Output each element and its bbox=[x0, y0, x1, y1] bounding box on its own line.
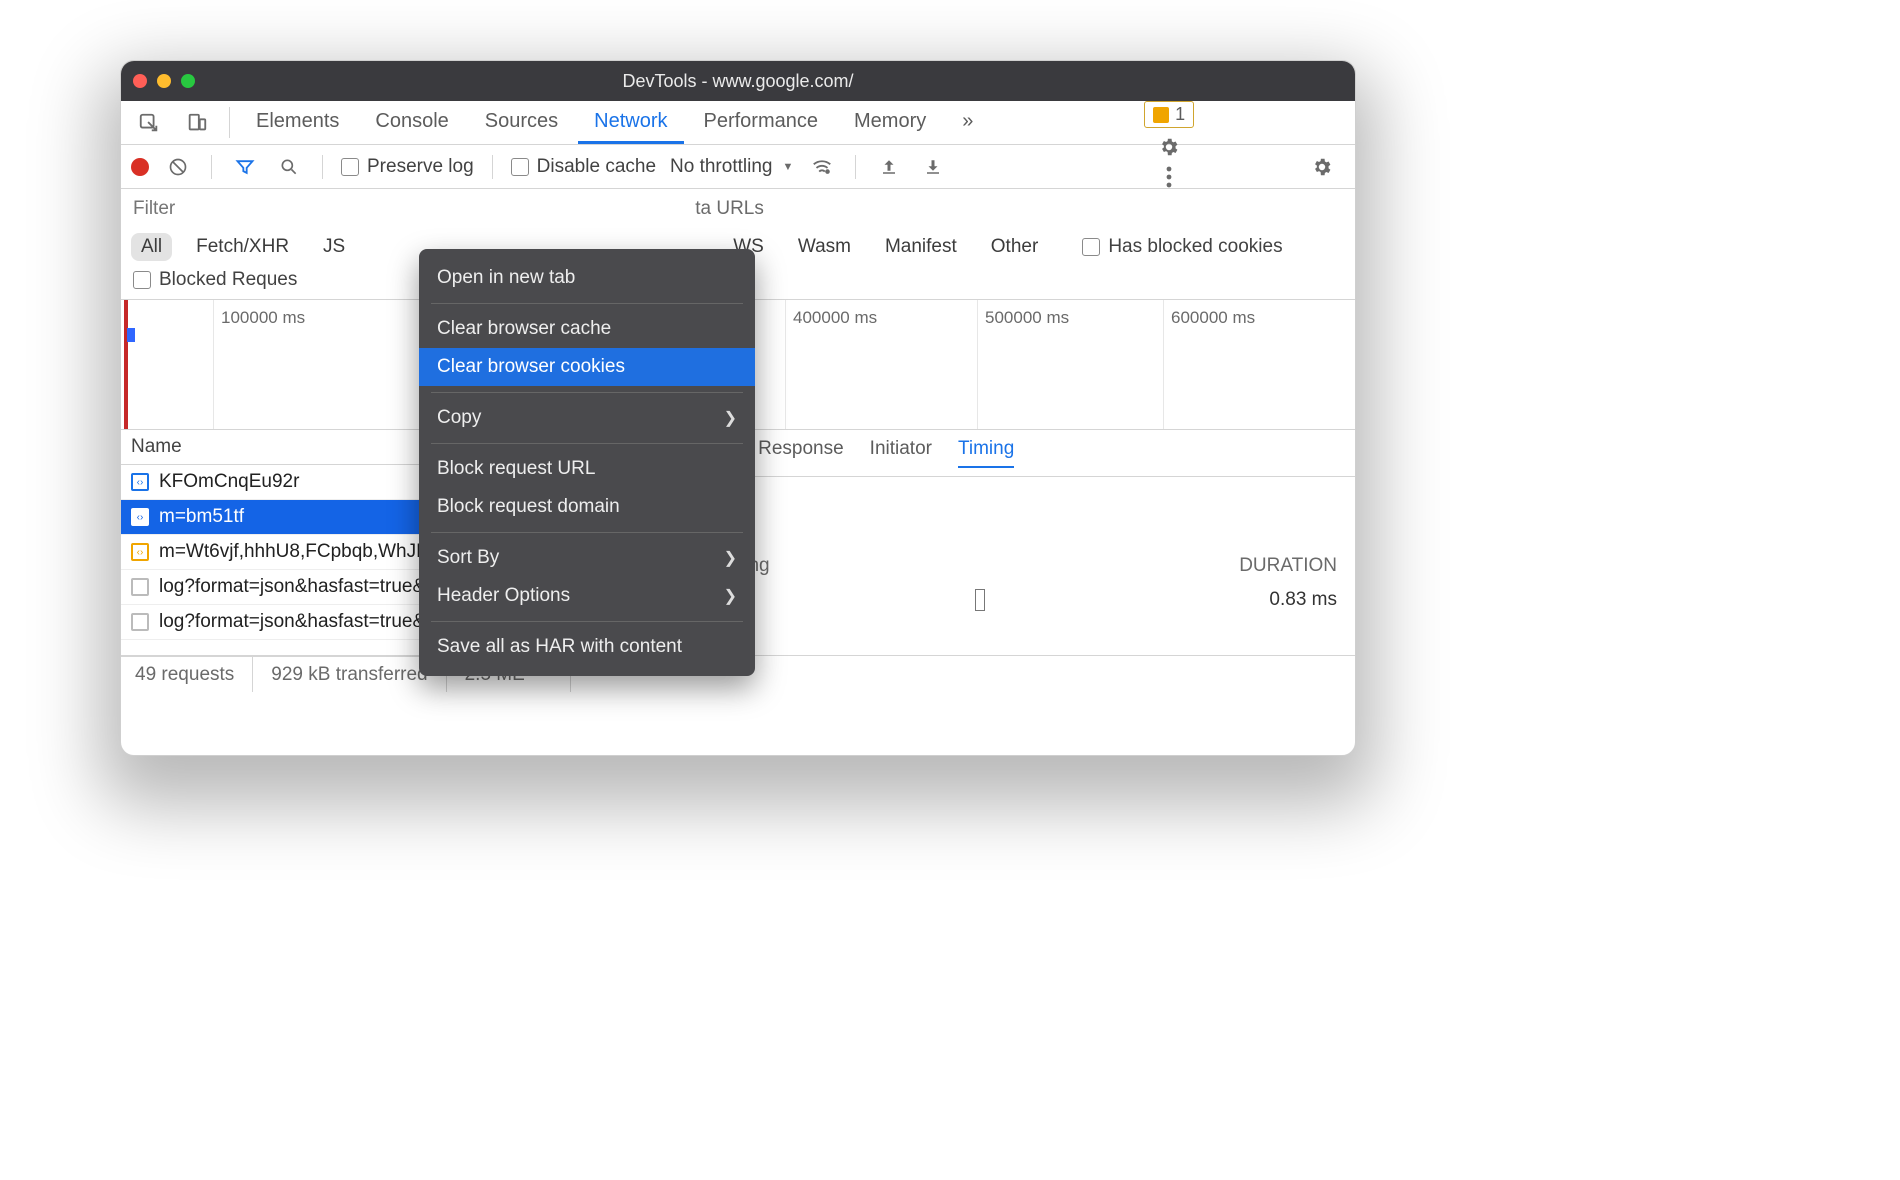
chevron-right-icon: ❯ bbox=[724, 408, 737, 428]
file-icon: ‹› bbox=[131, 473, 149, 491]
context-menu-item-label: Block request URL bbox=[437, 458, 595, 480]
context-menu-item-label: Header Options bbox=[437, 585, 570, 607]
type-all[interactable]: All bbox=[131, 233, 172, 261]
type-js-truncated[interactable]: JS bbox=[313, 233, 355, 261]
context-menu-item[interactable]: Header Options ❯ bbox=[419, 577, 755, 615]
request-name: KFOmCnqEu92r bbox=[159, 471, 299, 493]
file-icon: ‹› bbox=[131, 508, 149, 526]
context-menu-separator bbox=[431, 443, 743, 444]
subtab-timing[interactable]: Timing bbox=[958, 438, 1014, 468]
request-name: m=Wt6vjf,hhhU8,FCpbqb,WhJNk bbox=[159, 541, 439, 563]
context-menu-item-label: Open in new tab bbox=[437, 267, 575, 289]
devtools-window: DevTools - www.google.com/ Elements Cons… bbox=[120, 60, 1356, 756]
disable-cache-label: Disable cache bbox=[537, 156, 656, 178]
network-settings-gear-icon[interactable] bbox=[1307, 156, 1337, 178]
context-menu-item[interactable]: Clear browser cache bbox=[419, 310, 755, 348]
ruler-tick: 400000 ms bbox=[793, 308, 877, 328]
tab-sources[interactable]: Sources bbox=[469, 101, 574, 144]
warning-icon bbox=[1153, 107, 1169, 123]
context-menu[interactable]: Open in new tab Clear browser cache Clear … bbox=[419, 249, 755, 676]
tab-console[interactable]: Console bbox=[359, 101, 464, 144]
status-transferred: 929 kB transferred bbox=[271, 664, 427, 686]
context-menu-item-label: Clear browser cookies bbox=[437, 356, 625, 378]
filter-input[interactable]: Filter bbox=[133, 198, 175, 220]
download-har-icon[interactable] bbox=[918, 158, 948, 176]
type-fetch-xhr[interactable]: Fetch/XHR bbox=[186, 233, 299, 261]
context-menu-item-label: Block request domain bbox=[437, 496, 620, 518]
checkbox-icon bbox=[341, 158, 359, 176]
tab-network[interactable]: Network bbox=[578, 101, 683, 144]
status-requests: 49 requests bbox=[135, 664, 234, 686]
ruler-tick: 500000 ms bbox=[985, 308, 1069, 328]
clear-icon[interactable] bbox=[163, 157, 193, 177]
type-manifest[interactable]: Manifest bbox=[875, 233, 967, 261]
queueing-value: 0.83 ms bbox=[1269, 589, 1337, 611]
tab-performance[interactable]: Performance bbox=[688, 101, 835, 144]
chevron-right-icon: ❯ bbox=[724, 586, 737, 606]
ruler-tick: 600000 ms bbox=[1171, 308, 1255, 328]
subtab-initiator[interactable]: Initiator bbox=[870, 438, 932, 468]
context-menu-separator bbox=[431, 392, 743, 393]
inspect-icon[interactable] bbox=[127, 101, 171, 144]
ruler-marker-load bbox=[124, 300, 128, 429]
context-menu-separator bbox=[431, 621, 743, 622]
tab-memory[interactable]: Memory bbox=[838, 101, 942, 144]
preserve-log-checkbox[interactable]: Preserve log bbox=[341, 156, 474, 178]
context-menu-item[interactable]: Open in new tab bbox=[419, 259, 755, 297]
type-other[interactable]: Other bbox=[981, 233, 1049, 261]
checkbox-icon bbox=[133, 271, 151, 289]
checkbox-icon bbox=[511, 158, 529, 176]
chevron-right-icon: ❯ bbox=[724, 548, 737, 568]
context-menu-item-label: Sort By bbox=[437, 547, 499, 569]
context-menu-separator bbox=[431, 303, 743, 304]
has-blocked-cookies-checkbox[interactable]: Has blocked cookies bbox=[1082, 236, 1282, 258]
context-menu-item-label: Save all as HAR with content bbox=[437, 636, 682, 658]
ruler-tick: 100000 ms bbox=[221, 308, 305, 328]
network-conditions-icon[interactable] bbox=[807, 156, 837, 178]
filter-row: Filter ta URLs bbox=[121, 189, 1355, 229]
type-wasm[interactable]: Wasm bbox=[788, 233, 861, 261]
warning-count: 1 bbox=[1175, 104, 1185, 125]
blocked-requests-label: Blocked Reques bbox=[159, 269, 297, 291]
throttling-value: No throttling bbox=[670, 156, 772, 178]
warnings-badge[interactable]: 1 bbox=[1144, 101, 1194, 128]
context-menu-item-label: Copy bbox=[437, 407, 481, 429]
search-icon[interactable] bbox=[274, 157, 304, 177]
context-menu-item[interactable]: Clear browser cookies bbox=[419, 348, 755, 386]
disable-cache-checkbox[interactable]: Disable cache bbox=[511, 156, 656, 178]
file-icon bbox=[131, 613, 149, 631]
tabs-overflow[interactable]: » bbox=[946, 101, 989, 144]
duration-header: DURATION bbox=[1239, 555, 1337, 577]
request-name: m=bm51tf bbox=[159, 506, 244, 528]
data-urls-hint: ta URLs bbox=[695, 198, 764, 220]
context-menu-item[interactable]: Block request URL bbox=[419, 450, 755, 488]
tab-elements[interactable]: Elements bbox=[240, 101, 355, 144]
context-menu-item[interactable]: Block request domain bbox=[419, 488, 755, 526]
device-toggle-icon[interactable] bbox=[175, 101, 219, 144]
context-menu-item-label: Clear browser cache bbox=[437, 318, 611, 340]
chevron-down-icon: ▼ bbox=[782, 161, 793, 173]
has-blocked-cookies-label: Has blocked cookies bbox=[1108, 236, 1282, 258]
preserve-log-label: Preserve log bbox=[367, 156, 474, 178]
queueing-bar bbox=[975, 589, 985, 611]
kebab-menu-icon[interactable] bbox=[1147, 166, 1191, 188]
file-icon: ‹› bbox=[131, 543, 149, 561]
file-icon bbox=[131, 578, 149, 596]
settings-gear-icon[interactable] bbox=[1147, 136, 1191, 158]
titlebar: DevTools - www.google.com/ bbox=[121, 61, 1355, 101]
upload-har-icon[interactable] bbox=[874, 158, 904, 176]
context-menu-item[interactable]: Sort By ❯ bbox=[419, 539, 755, 577]
main-tabs: Elements Console Sources Network Perform… bbox=[121, 101, 1355, 145]
subtab-response[interactable]: Response bbox=[758, 438, 844, 468]
ruler-marker-domcontent bbox=[127, 328, 135, 342]
context-menu-item[interactable]: Copy ❯ bbox=[419, 399, 755, 437]
context-menu-item[interactable]: Save all as HAR with content bbox=[419, 628, 755, 666]
blocked-requests-checkbox[interactable]: Blocked Reques bbox=[133, 269, 297, 291]
window-title: DevTools - www.google.com/ bbox=[121, 71, 1355, 92]
filter-icon[interactable] bbox=[230, 157, 260, 177]
context-menu-separator bbox=[431, 532, 743, 533]
checkbox-icon bbox=[1082, 238, 1100, 256]
throttling-select[interactable]: No throttling ▼ bbox=[670, 156, 793, 178]
record-button[interactable] bbox=[131, 158, 149, 176]
